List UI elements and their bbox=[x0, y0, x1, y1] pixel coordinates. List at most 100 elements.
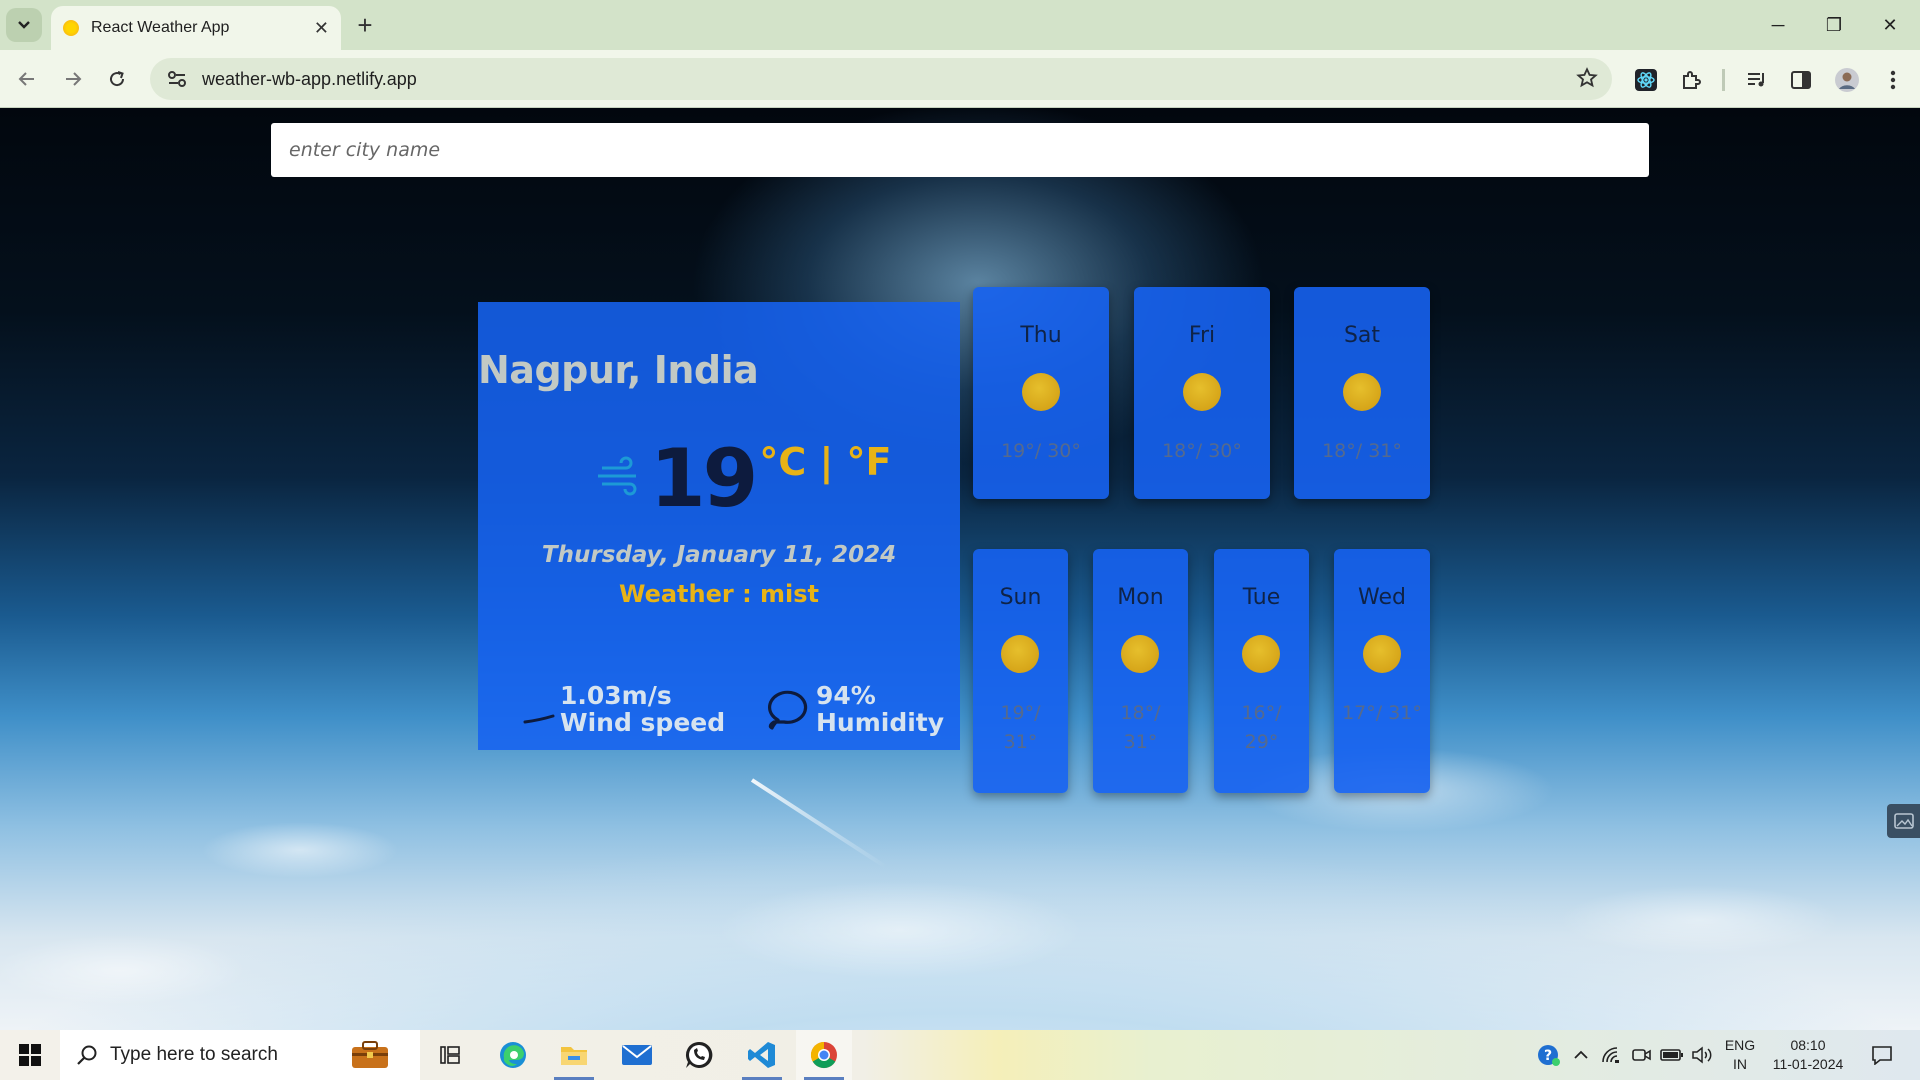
task-view-icon bbox=[440, 1046, 460, 1064]
back-arrow-icon bbox=[18, 72, 34, 86]
sun-icon bbox=[1242, 635, 1280, 673]
image-icon bbox=[1893, 813, 1914, 829]
back-button[interactable] bbox=[10, 62, 44, 96]
file-explorer-taskbar-app[interactable] bbox=[546, 1030, 602, 1080]
unit-toggle[interactable]: °C | °F bbox=[759, 440, 891, 484]
forecast-card-wed[interactable]: Wed 17°/ 31° bbox=[1334, 549, 1430, 793]
sun-icon bbox=[1001, 635, 1039, 673]
browser-tab[interactable]: React Weather App ✕ bbox=[51, 6, 341, 50]
forecast-range: 18°/ 30° bbox=[1162, 440, 1242, 462]
react-devtools-extension-icon[interactable] bbox=[1633, 67, 1659, 93]
forecast-card-fri[interactable]: Fri 18°/ 30° bbox=[1134, 287, 1270, 499]
forecast-day: Sun bbox=[999, 585, 1042, 610]
system-clock[interactable]: 08:10 11-01-2024 bbox=[1764, 1036, 1852, 1074]
temperature-value: 19 bbox=[650, 432, 758, 525]
sun-icon bbox=[1343, 373, 1381, 411]
forward-arrow-icon bbox=[66, 72, 82, 86]
region-code: IN bbox=[1733, 1056, 1747, 1072]
browser-toolbar: weather-wb-app.netlify.app bbox=[0, 50, 1920, 108]
current-date: Thursday, January 11, 2024 bbox=[541, 542, 897, 568]
tab-close-button[interactable]: ✕ bbox=[314, 18, 329, 39]
forecast-day: Wed bbox=[1358, 585, 1406, 610]
new-tab-button[interactable]: + bbox=[350, 10, 380, 40]
chevron-down-icon bbox=[18, 21, 30, 29]
task-view-button[interactable] bbox=[422, 1030, 478, 1080]
edge-icon bbox=[500, 1042, 526, 1068]
vscode-taskbar-app[interactable] bbox=[734, 1030, 790, 1080]
side-floating-button[interactable] bbox=[1887, 804, 1920, 838]
taskbar-search-box[interactable]: Type here to search bbox=[60, 1030, 420, 1080]
sun-icon bbox=[1183, 373, 1221, 411]
forecast-range: 17°/ 31° bbox=[1342, 702, 1422, 724]
cloud-background bbox=[0, 670, 1920, 1030]
browser-tab-bar: React Weather App ✕ + ─ ❐ ✕ bbox=[0, 0, 1920, 50]
mist-wind-icon bbox=[598, 456, 637, 496]
language-indicator[interactable]: ENG IN bbox=[1722, 1036, 1758, 1074]
humidity-label: Humidity bbox=[816, 708, 945, 737]
browser-menu-icon[interactable] bbox=[1880, 67, 1906, 93]
sun-favicon-icon bbox=[63, 20, 79, 36]
city-name: Nagpur, India bbox=[478, 348, 759, 392]
minimize-button[interactable]: ─ bbox=[1750, 0, 1806, 50]
reload-button[interactable] bbox=[100, 62, 134, 96]
show-hidden-icons-chevron-up-icon[interactable] bbox=[1568, 1030, 1594, 1080]
toolbar-divider bbox=[1722, 69, 1725, 91]
windows-logo-icon bbox=[19, 1044, 41, 1066]
humidity-stat: 94% Humidity bbox=[764, 682, 944, 736]
volume-icon[interactable] bbox=[1688, 1030, 1716, 1080]
wind-speed-stat: 1.03m/s Wind speed bbox=[522, 682, 725, 736]
weather-app-page: Nagpur, India 19 °C | °F Thursday, Janua… bbox=[0, 108, 1920, 1030]
help-tray-icon[interactable]: ? bbox=[1532, 1030, 1566, 1080]
forecast-card-mon[interactable]: Mon 18°/ 31° bbox=[1093, 549, 1188, 793]
edge-taskbar-app[interactable] bbox=[485, 1030, 541, 1080]
side-panel-icon[interactable] bbox=[1788, 67, 1814, 93]
forecast-range: 18°/ 31° bbox=[1120, 702, 1161, 753]
forecast-day: Sat bbox=[1343, 323, 1381, 348]
whatsapp-taskbar-app[interactable] bbox=[671, 1030, 727, 1080]
address-bar[interactable]: weather-wb-app.netlify.app bbox=[150, 58, 1612, 100]
weather-condition: Weather : mist bbox=[618, 580, 820, 608]
battery-icon[interactable] bbox=[1658, 1030, 1686, 1080]
mail-taskbar-app[interactable] bbox=[609, 1030, 665, 1080]
clock-time: 08:10 bbox=[1790, 1037, 1826, 1053]
whatsapp-icon bbox=[685, 1041, 713, 1068]
site-info-icon[interactable] bbox=[166, 68, 188, 90]
wind-speed-value: 1.03m/s bbox=[560, 681, 672, 710]
forecast-range: 19°/ 31° bbox=[1000, 702, 1041, 753]
language-code: ENG bbox=[1724, 1037, 1756, 1053]
profile-avatar[interactable] bbox=[1834, 67, 1860, 93]
meet-now-icon[interactable] bbox=[1628, 1030, 1654, 1080]
sun-icon bbox=[1363, 635, 1401, 673]
bookmark-star-icon[interactable] bbox=[1576, 67, 1598, 89]
mail-icon bbox=[622, 1045, 652, 1065]
notifications-button[interactable] bbox=[1862, 1030, 1902, 1080]
forecast-card-tue[interactable]: Tue 16°/ 29° bbox=[1214, 549, 1309, 793]
forecast-card-sun[interactable]: Sun 19°/ 31° bbox=[973, 549, 1068, 793]
start-button[interactable] bbox=[0, 1030, 60, 1080]
restore-button[interactable]: ❐ bbox=[1806, 0, 1862, 50]
svg-text:?: ? bbox=[1544, 1048, 1552, 1064]
windows-taskbar: Type here to search ? ENG IN 08:10 11-01… bbox=[0, 1030, 1920, 1080]
network-icon[interactable] bbox=[1598, 1030, 1624, 1080]
forecast-range: 19°/ 30° bbox=[1001, 440, 1081, 462]
sun-icon bbox=[1022, 373, 1060, 411]
url-text: weather-wb-app.netlify.app bbox=[202, 68, 417, 89]
briefcase-icon bbox=[350, 1040, 390, 1070]
close-window-button[interactable]: ✕ bbox=[1862, 0, 1918, 50]
forecast-day: Thu bbox=[1020, 323, 1062, 348]
taskbar-search-text: Type here to search bbox=[110, 1044, 278, 1065]
forward-button[interactable] bbox=[56, 62, 90, 96]
forecast-range: 18°/ 31° bbox=[1322, 440, 1402, 462]
forecast-range: 16°/ 29° bbox=[1241, 702, 1282, 753]
humidity-cloud-icon bbox=[768, 690, 808, 730]
vscode-icon bbox=[748, 1042, 775, 1068]
humidity-value: 94% bbox=[816, 681, 876, 710]
media-controls-icon[interactable] bbox=[1744, 67, 1770, 93]
extensions-puzzle-icon[interactable] bbox=[1678, 67, 1704, 93]
chrome-taskbar-app[interactable] bbox=[796, 1030, 852, 1080]
city-search-input[interactable] bbox=[271, 123, 1649, 177]
tab-search-button[interactable] bbox=[6, 8, 42, 42]
temperature-row: 19 °C | °F bbox=[596, 434, 892, 524]
forecast-card-thu[interactable]: Thu 19°/ 30° bbox=[973, 287, 1109, 499]
forecast-card-sat[interactable]: Sat 18°/ 31° bbox=[1294, 287, 1430, 499]
